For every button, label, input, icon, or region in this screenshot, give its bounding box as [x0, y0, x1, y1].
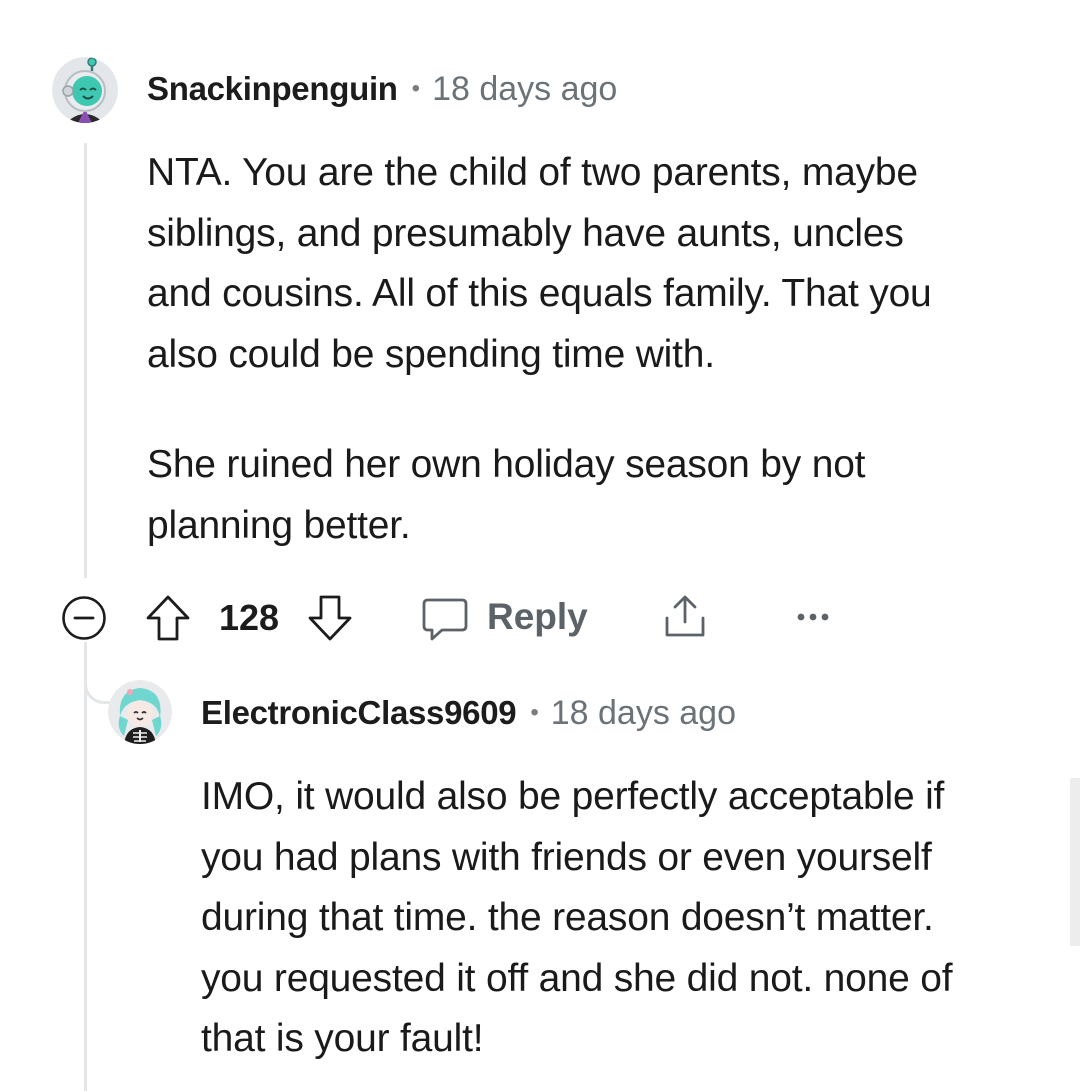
- separator-dot: •: [530, 699, 539, 726]
- thread-line-continued[interactable]: [84, 642, 87, 1091]
- comment-line: She ruined her own holiday season by not: [147, 443, 866, 486]
- collapse-minus-icon[interactable]: [61, 595, 107, 641]
- separator-dot: •: [411, 75, 421, 102]
- speech-bubble-icon[interactable]: [420, 595, 470, 643]
- timestamp: 18 days ago: [550, 694, 736, 732]
- comment-body: NTA. You are the child of two parents, m…: [147, 143, 932, 556]
- comment-line: you had plans with friends or even yours…: [201, 835, 932, 879]
- vote-count: 128: [219, 597, 280, 638]
- username[interactable]: Snackinpenguin: [147, 70, 398, 108]
- thread-line[interactable]: [84, 143, 87, 578]
- comment-body: IMO, it would also be perfectly acceptab…: [201, 767, 953, 1070]
- comment-line: IMO, it would also be perfectly acceptab…: [201, 775, 945, 818]
- comment-header: Snackinpenguin • 18 days ago: [147, 70, 617, 109]
- more-dots-icon[interactable]: [793, 602, 833, 632]
- reply-button[interactable]: Reply: [487, 596, 588, 638]
- comment-line: that is your fault!: [201, 1017, 484, 1060]
- comment-line: you requested it off and she did not. no…: [201, 956, 953, 1000]
- timestamp: 18 days ago: [432, 70, 618, 108]
- comment-action-bar: 128 Reply: [0, 588, 1080, 648]
- upvote-arrow-icon[interactable]: [144, 593, 192, 643]
- comment-line: also could be spending time with.: [147, 332, 715, 376]
- comment-line: NTA. You are the child of two parents, m…: [147, 151, 918, 194]
- comment-line: siblings, and presumably have aunts, unc…: [147, 211, 904, 255]
- astronaut-avatar-icon[interactable]: [52, 57, 118, 123]
- comment-line: and cousins. All of this equals family. …: [147, 272, 932, 315]
- comment-header: ElectronicClass9609 • 18 days ago: [201, 694, 736, 733]
- comment-paragraph: NTA. You are the child of two parents, m…: [147, 143, 932, 385]
- reply-thread-connector: [84, 642, 110, 704]
- scrollbar[interactable]: [1070, 778, 1080, 946]
- comment-paragraph: She ruined her own holiday season by not…: [147, 435, 932, 556]
- comment-paragraph: IMO, it would also be perfectly acceptab…: [201, 767, 953, 1070]
- downvote-arrow-icon[interactable]: [306, 593, 354, 643]
- comment-line: planning better.: [147, 503, 411, 547]
- skeleton-shirt-avatar-icon[interactable]: [108, 680, 172, 744]
- share-icon[interactable]: [660, 592, 710, 642]
- username[interactable]: ElectronicClass9609: [201, 694, 517, 732]
- comment-line: during that time. the reason doesn’t mat…: [201, 896, 934, 939]
